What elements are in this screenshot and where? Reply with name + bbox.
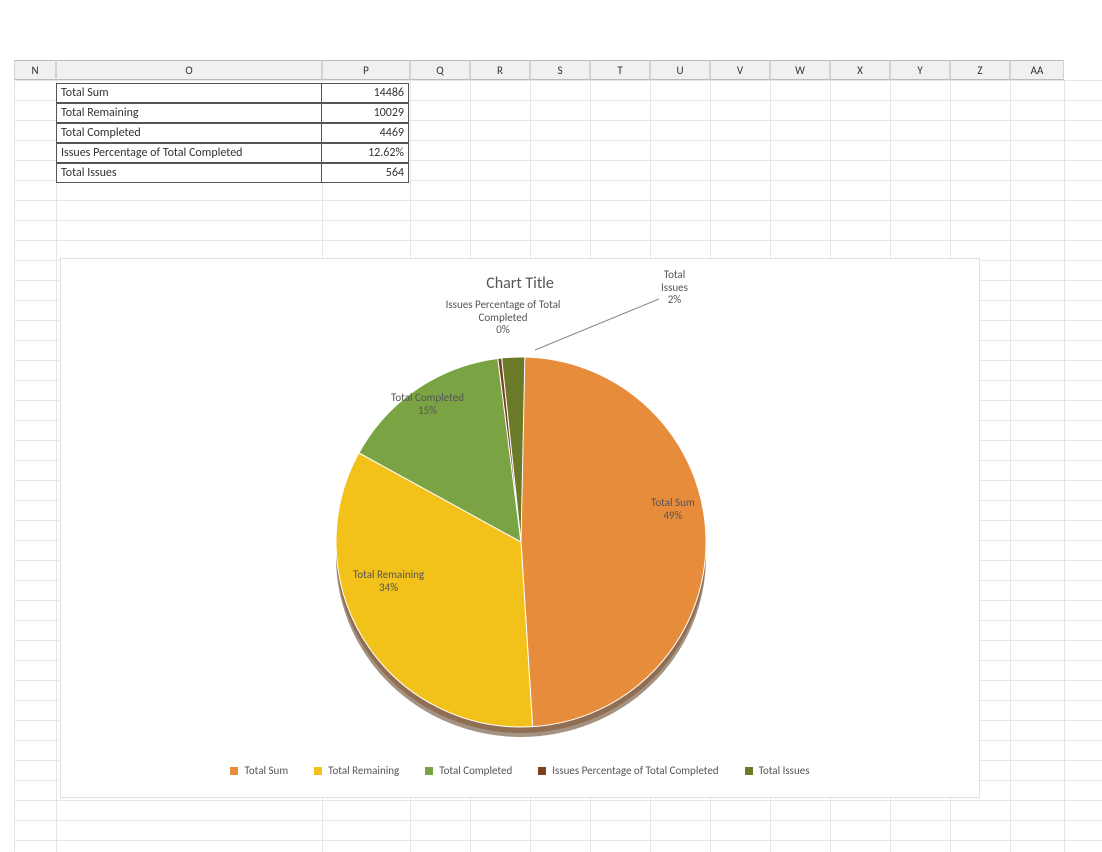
legend-item: Total Issues bbox=[745, 764, 810, 777]
legend-swatch bbox=[538, 767, 546, 775]
table-row-value[interactable]: 10029 bbox=[321, 103, 409, 123]
table-row-value[interactable]: 564 bbox=[321, 163, 409, 183]
grid-area[interactable]: NOPQRSTUVWXYZAA Total Sum14486Total Rema… bbox=[0, 0, 1102, 852]
slice-label-total-sum: Total Sum49% bbox=[651, 497, 695, 522]
legend-item: Issues Percentage of Total Completed bbox=[538, 764, 718, 777]
col-header-O[interactable]: O bbox=[56, 60, 322, 80]
col-header-Y[interactable]: Y bbox=[890, 60, 950, 80]
legend-item: Total Sum bbox=[230, 764, 288, 777]
slice-label-total-remaining: Total Remaining34% bbox=[353, 569, 424, 594]
chart-title: Chart Title bbox=[486, 274, 554, 293]
legend-swatch bbox=[745, 767, 753, 775]
pie-chart-container[interactable]: Chart Title Total Sum49% Total Remaining… bbox=[60, 258, 980, 798]
col-header-N[interactable]: N bbox=[14, 60, 56, 80]
legend-label: Total Remaining bbox=[328, 764, 399, 777]
table-row-label[interactable]: Total Issues bbox=[56, 163, 322, 183]
col-header-T[interactable]: T bbox=[590, 60, 650, 80]
col-header-W[interactable]: W bbox=[770, 60, 830, 80]
col-header-Z[interactable]: Z bbox=[950, 60, 1010, 80]
col-header-P[interactable]: P bbox=[322, 60, 410, 80]
legend-label: Total Completed bbox=[439, 764, 512, 777]
legend-swatch bbox=[230, 767, 238, 775]
col-header-V[interactable]: V bbox=[710, 60, 770, 80]
legend-swatch bbox=[314, 767, 322, 775]
table-row-value[interactable]: 14486 bbox=[321, 83, 409, 103]
table-row-value[interactable]: 12.62% bbox=[321, 143, 409, 163]
col-header-S[interactable]: S bbox=[530, 60, 590, 80]
spreadsheet-window: NOPQRSTUVWXYZAA Total Sum14486Total Rema… bbox=[0, 0, 1102, 852]
legend-swatch bbox=[425, 767, 433, 775]
legend-label: Total Sum bbox=[244, 764, 288, 777]
col-header-AA[interactable]: AA bbox=[1010, 60, 1064, 80]
table-row-label[interactable]: Total Completed bbox=[56, 123, 322, 143]
table-row-label[interactable]: Issues Percentage of Total Completed bbox=[56, 143, 322, 163]
chart-legend: Total Sum Total Remaining Total Completed I… bbox=[61, 764, 979, 777]
col-header-X[interactable]: X bbox=[830, 60, 890, 80]
pie-chart bbox=[331, 347, 711, 747]
slice-label-issues-pct: Issues Percentage of TotalCompleted0% bbox=[423, 299, 583, 337]
col-header-U[interactable]: U bbox=[650, 60, 710, 80]
legend-item: Total Remaining bbox=[314, 764, 399, 777]
slice-label-total-issues: TotalIssues2% bbox=[661, 269, 688, 307]
table-row-value[interactable]: 4469 bbox=[321, 123, 409, 143]
legend-label: Total Issues bbox=[759, 764, 810, 777]
table-row-label[interactable]: Total Remaining bbox=[56, 103, 322, 123]
legend-label: Issues Percentage of Total Completed bbox=[552, 764, 718, 777]
col-header-Q[interactable]: Q bbox=[410, 60, 470, 80]
col-header-R[interactable]: R bbox=[470, 60, 530, 80]
slice-label-total-completed: Total Completed15% bbox=[391, 392, 464, 417]
table-row-label[interactable]: Total Sum bbox=[56, 83, 322, 103]
legend-item: Total Completed bbox=[425, 764, 512, 777]
